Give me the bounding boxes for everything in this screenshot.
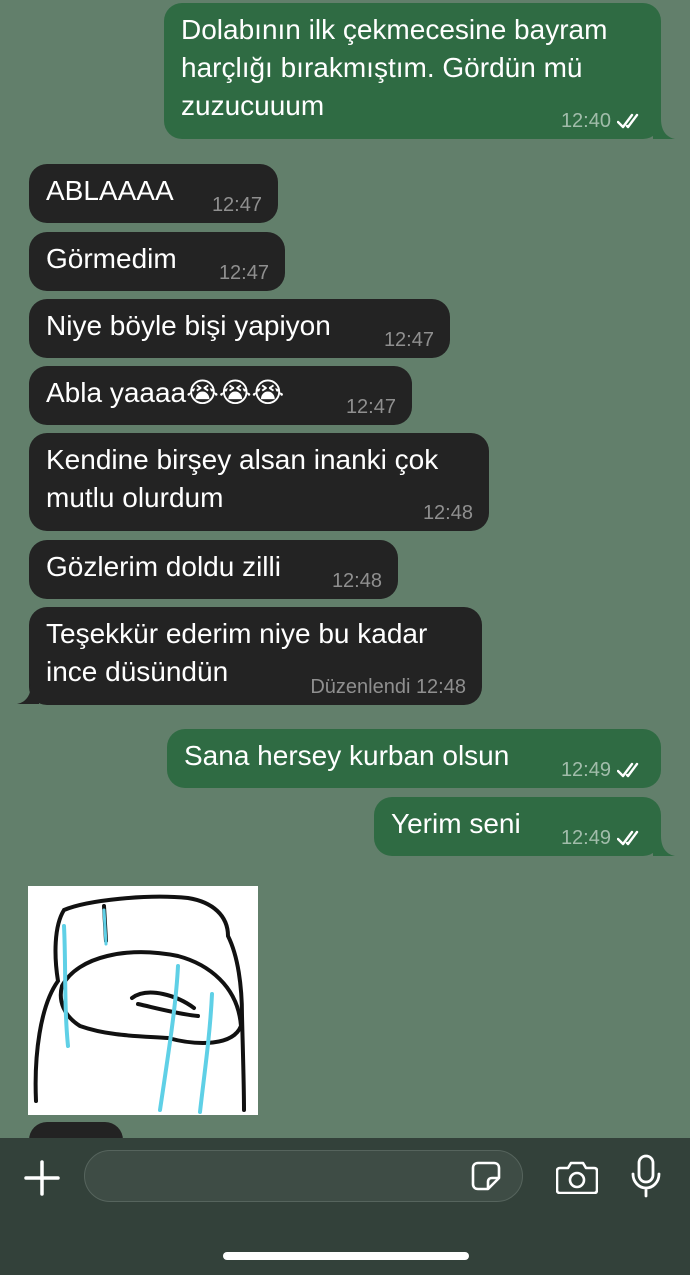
message-bubble-incoming[interactable]: ABLAAAA 12:47 [29,164,278,223]
message-time: Düzenlendi 12:48 [310,676,466,698]
read-checkmarks-icon [617,830,639,846]
message-time: 12:47 [383,329,434,351]
message-bubble-outgoing[interactable]: Yerim seni 12:49 [374,797,661,856]
message-text: Kendine birşey alsan inanki çok mutlu ol… [46,444,439,513]
message-bubble-incoming[interactable]: Gözlerim doldu zilli 12:48 [29,540,398,599]
message-input[interactable] [84,1150,523,1202]
microphone-icon[interactable] [630,1154,662,1198]
crying-sticker-image[interactable] [28,886,258,1115]
message-time: 12:47 [345,396,396,418]
bubble-tail [17,684,39,704]
message-bubble-incoming[interactable]: Niye böyle bişi yapiyon 12:47 [29,299,450,358]
message-text: Gözlerim doldu zilli [46,551,281,582]
message-bubble-outgoing[interactable]: Sana hersey kurban olsun 12:49 [167,729,661,788]
sticker-icon[interactable] [470,1160,502,1192]
read-checkmarks-icon [617,113,639,129]
bubble-tail [653,119,675,139]
message-time: 12:49 [560,827,611,849]
message-time: 12:48 [422,502,473,524]
home-indicator [223,1252,469,1260]
message-bubble-incoming[interactable]: Kendine birşey alsan inanki çok mutlu ol… [29,433,489,531]
message-meta: 12:47 [212,193,262,217]
message-bubble-incoming[interactable]: Abla yaaaa😭😭😭 12:47 [29,366,412,425]
read-checkmarks-icon [617,762,639,778]
message-time: 12:49 [560,759,611,781]
message-meta: 12:48 [332,569,382,593]
message-bubble-outgoing[interactable]: Dolabının ilk çekmecesine bayram harçlığ… [164,3,661,139]
camera-icon[interactable] [556,1160,598,1194]
message-meta: 12:40 [561,109,645,133]
message-bubble-incoming[interactable]: Görmedim 12:47 [29,232,285,291]
message-time: 12:47 [218,262,269,284]
message-meta: 12:49 [561,758,645,782]
message-meta: 12:49 [561,826,645,850]
message-text: Abla yaaaa😭😭😭 [46,377,285,408]
message-meta: Düzenlendi 12:48 [310,675,466,699]
bubble-tail [653,836,675,856]
message-bubble-incoming[interactable]: Teşekkür ederim niye bu kadar ince düsün… [29,607,482,705]
message-time: 12:47 [211,194,262,216]
message-meta: 12:48 [423,501,473,525]
message-meta: 12:47 [346,395,396,419]
message-time: 12:48 [331,570,382,592]
message-text: Niye böyle bişi yapiyon [46,310,331,341]
plus-icon[interactable] [22,1158,62,1198]
message-text: Dolabının ilk çekmecesine bayram harçlığ… [181,14,608,121]
message-time: 12:40 [560,110,611,132]
message-meta: 12:47 [384,328,434,352]
message-meta: 12:47 [219,261,269,285]
